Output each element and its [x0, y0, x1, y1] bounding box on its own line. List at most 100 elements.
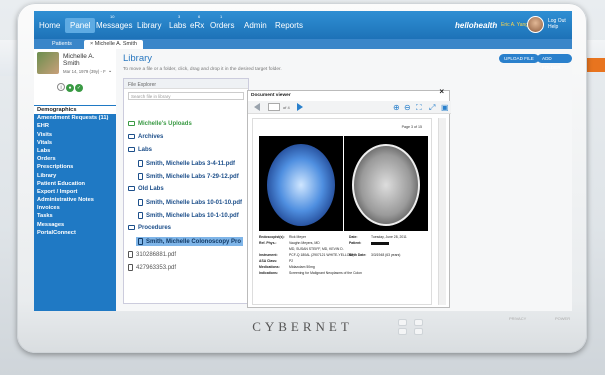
privacy-label: PRIVACY: [509, 316, 527, 321]
report-label: Date:: [349, 235, 358, 239]
nav-messages[interactable]: Messages: [96, 21, 132, 30]
fit-page-icon[interactable]: ⛶: [416, 103, 422, 113]
report-label: Ref. Phys.:: [259, 241, 277, 245]
nav-panel[interactable]: Panel: [65, 18, 96, 33]
hardware-button[interactable]: [414, 328, 423, 335]
next-page-icon[interactable]: [297, 103, 303, 111]
logout-help-links[interactable]: Log Out Help: [548, 18, 566, 30]
sidebar: Michelle A. Smith Mar 14, 1979 (39y) - F …: [34, 49, 116, 311]
brain-scan-image: [344, 136, 428, 231]
report-value: Screening for Malignant Neoplasms of the…: [289, 271, 362, 275]
close-icon[interactable]: ×: [439, 87, 444, 96]
folder-item[interactable]: Archives: [128, 134, 163, 143]
file-item-selected[interactable]: Smith, Michelle Colonoscopy Pro: [136, 237, 244, 246]
erx-badge: 6: [198, 14, 201, 19]
sidebar-item-portalconnect[interactable]: PortalConnect: [34, 229, 116, 237]
library-main: Library To move a file or a folder, clic…: [116, 49, 572, 311]
sidebar-item-library[interactable]: Library: [34, 172, 116, 180]
sidebar-item-tasks[interactable]: Tasks: [34, 212, 116, 220]
file-icon: [128, 264, 133, 271]
search-input[interactable]: Search file in library: [128, 92, 244, 100]
folder-item[interactable]: Labs: [128, 147, 152, 156]
patient-photo: [37, 52, 59, 74]
folder-label: Old Labs: [138, 186, 164, 193]
hardware-button[interactable]: [398, 328, 407, 335]
file-explorer: File Explorer Search file in library Mic…: [123, 78, 249, 304]
report-value: PCF-Q 180AL (2907121 WHITE-YELLOW): [289, 253, 354, 257]
user-name[interactable]: Eric A. Yang: [501, 22, 528, 28]
add-folder-button[interactable]: ADD FOLDER: [537, 54, 572, 70]
file-item[interactable]: Smith, Michelle Labs 7-29-12.pdf: [138, 173, 239, 182]
fullscreen-icon[interactable]: ⤢: [429, 103, 435, 113]
hardware-button[interactable]: [414, 319, 423, 326]
nav-home[interactable]: Home: [39, 21, 60, 30]
help-link[interactable]: Help: [548, 24, 558, 30]
file-item[interactable]: 427963353.pdf: [128, 264, 176, 273]
zoom-in-icon[interactable]: ⊕: [393, 103, 400, 112]
brain-scan-grayscale: [352, 144, 420, 226]
viewer-scrollbar[interactable]: [438, 118, 446, 305]
sidebar-item-ehr[interactable]: EHR: [34, 122, 116, 130]
sidebar-item-invoices[interactable]: Invoices: [34, 204, 116, 212]
sidebar-item-prescriptions[interactable]: Prescriptions: [34, 163, 116, 171]
prev-page-icon[interactable]: [254, 103, 260, 111]
power-label: POWER: [555, 316, 571, 321]
sidebar-item-amendment-requests[interactable]: Amendment Requests (11): [34, 114, 116, 122]
folder-label: Labs: [138, 147, 153, 154]
sidebar-item-patient-education[interactable]: Patient Education: [34, 180, 116, 188]
redacted-value: [371, 241, 389, 245]
folder-item[interactable]: Michelle's Uploads: [128, 121, 192, 130]
check-icon[interactable]: ✓: [75, 84, 83, 92]
brain-scan-colored: [267, 144, 335, 226]
page-count: of 4: [283, 105, 290, 110]
report-label: ASA Class:: [259, 259, 278, 263]
zoom-out-icon[interactable]: ⊖: [404, 103, 411, 112]
brain-scan-image: [259, 136, 343, 231]
sidebar-item-visits[interactable]: Visits: [34, 131, 116, 139]
folder-icon: [128, 147, 135, 152]
sidebar-item-export-import[interactable]: Export / Import: [34, 188, 116, 196]
sidebar-menu: Demographics Amendment Requests (11) EHR…: [34, 106, 116, 237]
redaction-bar: [371, 241, 389, 245]
file-label: Smith, Michelle Labs 3-4-11.pdf: [146, 161, 236, 168]
chevron-down-icon[interactable]: ⌄: [108, 68, 112, 74]
upload-file-button[interactable]: UPLOAD FILE: [499, 54, 539, 63]
nav-orders[interactable]: Orders: [210, 21, 234, 30]
sidebar-item-administrative-notes[interactable]: Administrative Notes: [34, 196, 116, 204]
save-icon[interactable]: ▣: [441, 103, 449, 112]
nav-labs[interactable]: Labs: [169, 21, 186, 30]
orders-badge: 1: [220, 14, 223, 19]
folder-item[interactable]: Procedures: [128, 225, 171, 234]
file-item[interactable]: Smith, Michelle Labs 10-01-10.pdf: [138, 199, 242, 208]
file-explorer-title: File Explorer: [124, 79, 248, 89]
hardware-button[interactable]: [398, 319, 407, 326]
user-status-icon[interactable]: ●: [66, 84, 74, 92]
sidebar-item-vitals[interactable]: Vitals: [34, 139, 116, 147]
tab-patient-michelle[interactable]: × Michelle A. Smith: [84, 40, 143, 49]
page-label: Page 3 of 15: [401, 125, 422, 129]
file-item[interactable]: 310286881.pdf: [128, 251, 176, 260]
file-icon: [128, 251, 133, 258]
page-number-input[interactable]: [268, 103, 280, 111]
patient-last-name: Smith: [63, 60, 80, 67]
report-label: Indications:: [259, 271, 279, 275]
sidebar-item-messages[interactable]: Messages: [34, 221, 116, 229]
sidebar-item-orders[interactable]: Orders: [34, 155, 116, 163]
document-page: Page 3 of 15 Endoscopist(s): Rick Meyer Da…: [252, 118, 432, 305]
report-label: Birth Date:: [349, 253, 367, 257]
sidebar-item-demographics[interactable]: Demographics: [34, 106, 116, 115]
nav-library[interactable]: Library: [137, 21, 161, 30]
nav-admin[interactable]: Admin: [244, 21, 267, 30]
labs-badge: 3: [178, 14, 181, 19]
tab-patients[interactable]: Patients: [46, 40, 78, 49]
sidebar-item-labs[interactable]: Labs: [34, 147, 116, 155]
report-value: Vaughn Meyers, MD: [289, 241, 320, 245]
file-item[interactable]: Smith, Michelle Labs 10-1-10.pdf: [138, 212, 239, 221]
file-item[interactable]: Smith, Michelle Labs 3-4-11.pdf: [138, 160, 235, 169]
nav-erx[interactable]: eRx: [190, 21, 204, 30]
folder-item[interactable]: Old Labs: [128, 186, 164, 195]
tab-label: Michelle A. Smith: [94, 41, 137, 47]
info-icon[interactable]: i: [57, 83, 65, 91]
nav-reports[interactable]: Reports: [275, 21, 303, 30]
user-avatar[interactable]: [527, 16, 544, 33]
